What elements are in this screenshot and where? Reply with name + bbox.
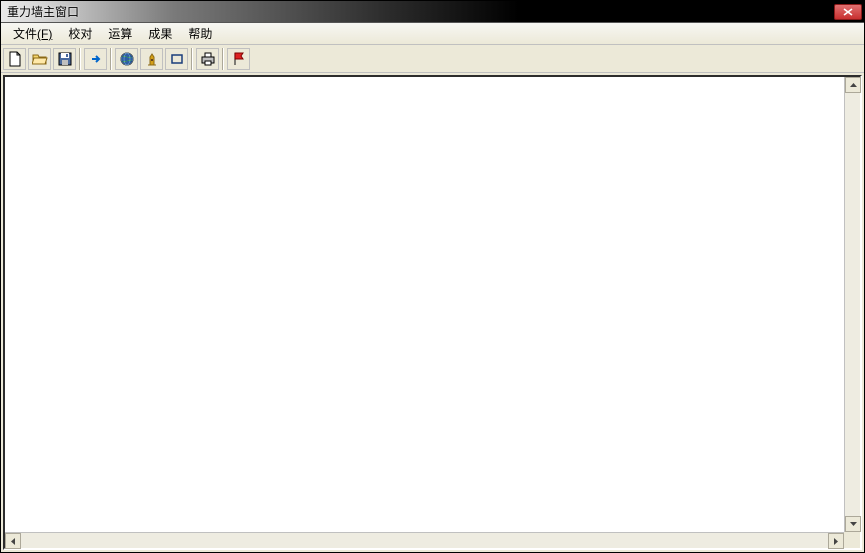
scroll-up-button[interactable] — [845, 77, 861, 93]
arrow-button[interactable] — [84, 48, 107, 70]
toolbar-separator — [222, 48, 224, 70]
flag-icon — [231, 51, 247, 67]
menu-help-label: 帮助 — [188, 27, 212, 41]
printer-icon — [200, 51, 216, 67]
scroll-left-button[interactable] — [5, 533, 21, 549]
client-area — [1, 73, 864, 552]
chevron-right-icon — [834, 538, 838, 545]
scroll-track[interactable] — [21, 533, 828, 548]
menu-calc[interactable]: 运算 — [100, 23, 140, 44]
close-icon — [843, 8, 853, 16]
menu-bar: 文件(F) 校对 运算 成果 帮助 — [1, 23, 864, 45]
menu-result-label: 成果 — [148, 27, 172, 41]
globe-icon — [119, 51, 135, 67]
toolbar-separator — [110, 48, 112, 70]
rectangle-icon — [169, 51, 185, 67]
flag-button[interactable] — [227, 48, 250, 70]
tower-button[interactable] — [140, 48, 163, 70]
save-disk-icon — [57, 51, 73, 67]
menu-help[interactable]: 帮助 — [180, 23, 220, 44]
chevron-down-icon — [850, 522, 857, 526]
print-button[interactable] — [196, 48, 219, 70]
window-title: 重力墙主窗口 — [7, 3, 79, 20]
toolbar-separator — [191, 48, 193, 70]
menu-calc-label: 运算 — [108, 27, 132, 41]
vertical-scrollbar[interactable] — [844, 77, 860, 532]
chevron-up-icon — [850, 83, 857, 87]
horizontal-scrollbar[interactable] — [5, 532, 844, 548]
toolbar — [1, 45, 864, 73]
menu-file-label: 文件 — [13, 27, 37, 41]
chevron-left-icon — [11, 538, 15, 545]
new-file-icon — [7, 51, 23, 67]
scroll-track[interactable] — [845, 93, 860, 516]
save-button[interactable] — [53, 48, 76, 70]
globe-button[interactable] — [115, 48, 138, 70]
menu-check-label: 校对 — [68, 27, 92, 41]
close-button[interactable] — [834, 4, 862, 20]
scroll-down-button[interactable] — [845, 516, 861, 532]
content-frame — [3, 75, 862, 550]
menu-result[interactable]: 成果 — [140, 23, 180, 44]
new-button[interactable] — [3, 48, 26, 70]
open-folder-icon — [32, 51, 48, 67]
scroll-corner — [844, 532, 860, 548]
toolbar-separator — [79, 48, 81, 70]
menu-file[interactable]: 文件(F) — [5, 23, 60, 44]
tower-icon — [144, 51, 160, 67]
content-area[interactable] — [5, 77, 844, 532]
arrow-right-icon — [88, 51, 104, 67]
menu-check[interactable]: 校对 — [60, 23, 100, 44]
menu-file-accel: (F) — [37, 27, 52, 41]
rect-button[interactable] — [165, 48, 188, 70]
scroll-right-button[interactable] — [828, 533, 844, 549]
open-button[interactable] — [28, 48, 51, 70]
main-window: 重力墙主窗口 文件(F) 校对 运算 成果 帮助 — [0, 0, 865, 553]
title-bar[interactable]: 重力墙主窗口 — [1, 1, 864, 23]
